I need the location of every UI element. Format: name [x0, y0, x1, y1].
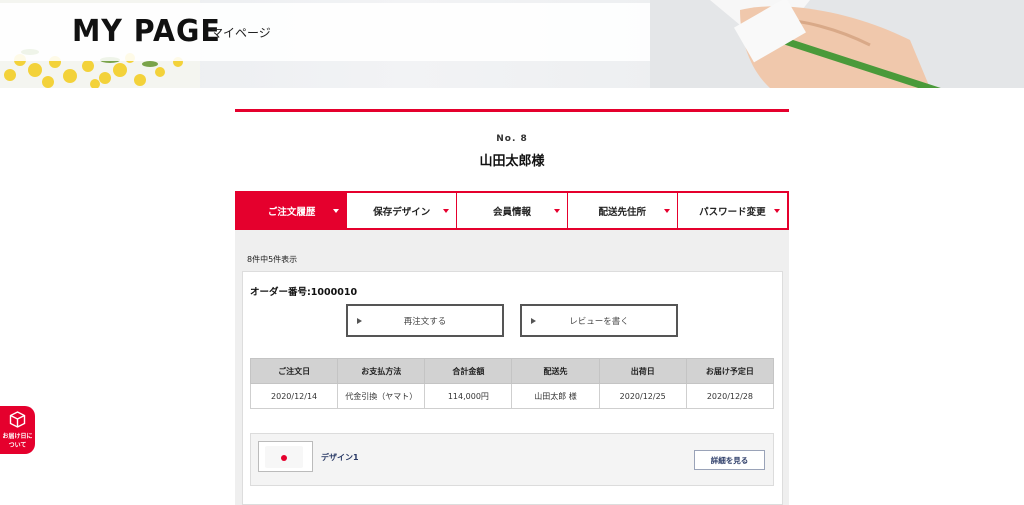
mypage-tabs: ご注文履歴 保存デザイン 会員情報 配送先住所 パスワード変更	[235, 191, 789, 230]
column-header: 合計金額	[424, 358, 513, 384]
column-header: お支払方法	[337, 358, 426, 384]
caret-down-icon	[443, 209, 450, 213]
tab-shipping-address[interactable]: 配送先住所	[566, 193, 677, 228]
caret-down-icon	[553, 209, 560, 213]
design-name: デザイン1	[321, 453, 359, 462]
tab-label: ご注文履歴	[267, 206, 316, 218]
page-subtitle: マイページ	[211, 26, 271, 40]
write-review-button-label: レビューを書く	[569, 316, 629, 327]
delivery-info-badge[interactable]: お届け日に ついて	[0, 406, 35, 454]
order-number: オーダー番号:1000010	[250, 287, 358, 298]
tab-label: パスワード変更	[699, 206, 766, 218]
tab-order-history[interactable]: ご注文履歴	[237, 193, 347, 228]
column-header: ご注文日	[249, 358, 339, 384]
column-header: 出荷日	[598, 358, 687, 384]
view-details-button[interactable]: 詳細を見る	[694, 450, 765, 470]
column-header: お届け予定日	[685, 358, 775, 384]
tab-member-info[interactable]: 会員情報	[456, 193, 566, 228]
table-row: 2020/12/14 代金引換（ヤマト） 114,000円 山田太郎 様 202…	[249, 383, 775, 409]
caret-down-icon	[774, 209, 781, 213]
ship-to-cell: 山田太郎 様	[511, 383, 600, 409]
caret-down-icon	[663, 209, 670, 213]
member-name: 山田太郎様	[479, 154, 545, 169]
tab-password-change[interactable]: パスワード変更	[676, 193, 787, 228]
column-header: 配送先	[511, 358, 600, 384]
play-arrow-icon	[357, 318, 362, 324]
ship-date-cell: 2020/12/25	[598, 383, 687, 409]
total-amount-cell: 114,000円	[424, 383, 513, 409]
write-review-button[interactable]: レビューを書く	[520, 304, 678, 337]
delivery-info-line1: お届け日に	[2, 433, 33, 440]
delivery-info-label: お届け日に ついて	[0, 432, 35, 450]
delivery-info-line2: ついて	[8, 442, 27, 449]
hand-writing-decoration	[650, 0, 1024, 88]
page-header-banner: MY PAGE マイページ	[0, 0, 1024, 88]
box-icon	[9, 411, 26, 428]
design-thumbnail	[258, 441, 313, 472]
member-number: No. 8	[496, 134, 528, 144]
reorder-button[interactable]: 再注文する	[346, 304, 504, 337]
caret-down-icon	[333, 209, 340, 213]
order-details-table: ご注文日 お支払方法 合計金額 配送先 出荷日 お届け予定日 2020/12/1…	[249, 358, 775, 409]
table-header-row: ご注文日 お支払方法 合計金額 配送先 出荷日 お届け予定日	[249, 358, 775, 384]
play-arrow-icon	[531, 318, 536, 324]
result-count: 8件中5件表示	[247, 255, 298, 264]
payment-method-cell: 代金引換（ヤマト）	[337, 383, 426, 409]
section-divider	[235, 109, 789, 112]
order-date-cell: 2020/12/14	[249, 383, 339, 409]
reorder-button-label: 再注文する	[403, 316, 447, 327]
tab-label: 会員情報	[493, 206, 532, 218]
tab-label: 配送先住所	[598, 206, 646, 218]
delivery-date-cell: 2020/12/28	[685, 383, 775, 409]
tab-saved-designs[interactable]: 保存デザイン	[346, 193, 456, 228]
shirt-image	[265, 446, 303, 468]
tab-label: 保存デザイン	[373, 206, 431, 218]
page-title: MY PAGE	[72, 14, 221, 49]
